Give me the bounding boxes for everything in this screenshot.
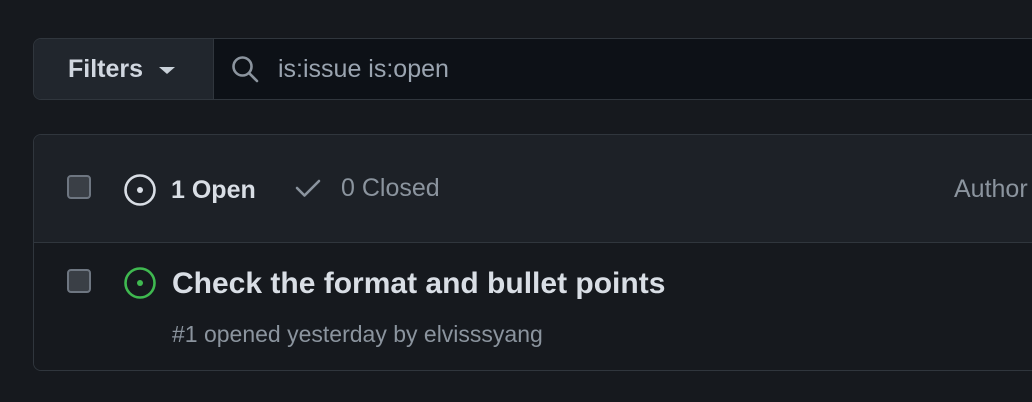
select-all-checkbox[interactable] bbox=[67, 175, 91, 199]
issues-page: Filters 1 Open bbox=[0, 0, 1032, 402]
check-icon bbox=[295, 179, 321, 197]
search-input[interactable] bbox=[278, 54, 1032, 84]
search-icon bbox=[232, 56, 259, 83]
triangle-down-icon bbox=[159, 67, 176, 74]
issue-title-link[interactable]: Check the format and bullet points bbox=[172, 267, 665, 301]
issues-list-header: 1 Open 0 Closed Author bbox=[34, 135, 1032, 243]
issue-select-checkbox[interactable] bbox=[67, 269, 91, 293]
open-issues-count: 1 Open bbox=[171, 175, 256, 204]
open-issues-tab[interactable]: 1 Open bbox=[123, 173, 256, 207]
filters-button[interactable]: Filters bbox=[34, 39, 214, 99]
closed-issues-tab[interactable]: 0 Closed bbox=[293, 173, 440, 203]
issue-row: Check the format and bullet points #1 op… bbox=[34, 243, 1032, 370]
filter-bar: Filters bbox=[33, 38, 1032, 100]
issue-opened-icon bbox=[124, 174, 156, 206]
issue-opened-icon bbox=[124, 267, 156, 299]
author-filter-dropdown[interactable]: Author bbox=[954, 175, 1028, 204]
search-field bbox=[214, 39, 1032, 99]
issues-list: 1 Open 0 Closed Author Check the format … bbox=[33, 134, 1032, 371]
issue-meta: #1 opened yesterday by elvisssyang bbox=[172, 321, 543, 347]
filters-button-label: Filters bbox=[68, 54, 144, 83]
closed-issues-count: 0 Closed bbox=[341, 173, 440, 202]
